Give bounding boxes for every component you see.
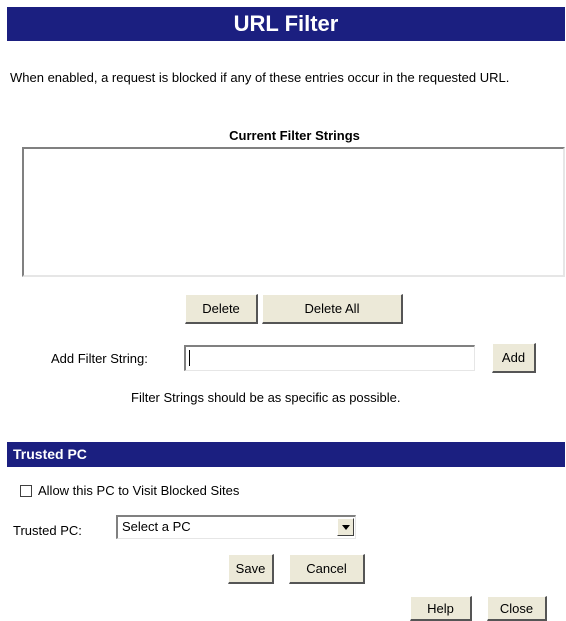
- chevron-down-icon[interactable]: [337, 518, 354, 536]
- delete-button[interactable]: Delete: [185, 294, 258, 324]
- delete-all-button[interactable]: Delete All: [262, 294, 403, 324]
- trusted-pc-label: Trusted PC:: [13, 523, 82, 538]
- cancel-button[interactable]: Cancel: [289, 554, 365, 584]
- add-filter-input[interactable]: [184, 345, 475, 371]
- text-caret: [189, 350, 190, 366]
- help-button[interactable]: Help: [410, 596, 472, 621]
- page-description: When enabled, a request is blocked if an…: [10, 70, 510, 85]
- add-filter-label: Add Filter String:: [51, 351, 148, 366]
- close-button[interactable]: Close: [487, 596, 547, 621]
- trusted-pc-section-title: Trusted PC: [7, 442, 565, 467]
- filter-strings-list[interactable]: [22, 147, 565, 277]
- trusted-pc-select[interactable]: Select a PC: [116, 515, 356, 539]
- allow-blocked-sites-checkbox[interactable]: [20, 485, 32, 497]
- save-button[interactable]: Save: [228, 554, 274, 584]
- filter-note: Filter Strings should be as specific as …: [131, 390, 401, 405]
- allow-blocked-sites-label: Allow this PC to Visit Blocked Sites: [38, 483, 240, 498]
- add-button[interactable]: Add: [492, 343, 536, 373]
- page-title: URL Filter: [7, 7, 565, 41]
- filter-list-heading: Current Filter Strings: [229, 128, 360, 143]
- trusted-pc-select-value: Select a PC: [122, 519, 191, 534]
